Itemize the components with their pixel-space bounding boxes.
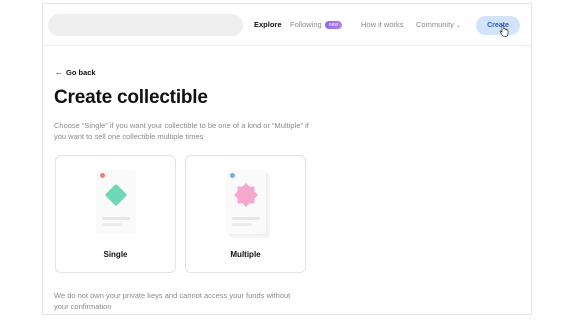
main-nav: Explore Following new How it works Commun… xyxy=(43,4,531,46)
option-single-label: Single xyxy=(103,250,128,259)
multiple-preview-image xyxy=(226,170,266,234)
nav-explore[interactable]: Explore xyxy=(254,20,282,29)
chevron-down-icon: ⌄ xyxy=(455,23,461,29)
placeholder-line xyxy=(232,217,260,220)
nav-community-label: Community xyxy=(416,20,454,29)
page-title: Create collectible xyxy=(54,87,208,108)
nav-following[interactable]: Following new xyxy=(290,20,342,29)
nav-community[interactable]: Community ⌄ xyxy=(416,20,461,29)
option-multiple-label: Multiple xyxy=(230,250,261,259)
hand-cursor-icon xyxy=(499,25,509,37)
page-description: Choose “Single” if you want your collect… xyxy=(54,121,309,141)
new-badge: new xyxy=(324,21,342,29)
single-preview-image xyxy=(96,170,136,234)
go-back-label: Go back xyxy=(66,68,96,77)
top-navbar: Explore Following new How it works Commun… xyxy=(43,4,531,46)
placeholder-line xyxy=(232,223,252,226)
placeholder-line xyxy=(102,223,122,226)
nav-following-label: Following xyxy=(290,20,322,29)
go-back-link[interactable]: ← Go back xyxy=(55,68,96,77)
create-button[interactable]: Create xyxy=(476,16,520,35)
disclaimer-text: We do not own your private keys and cann… xyxy=(54,291,291,311)
status-dot xyxy=(230,173,235,178)
option-multiple-card[interactable]: Multiple xyxy=(185,155,306,273)
arrow-left-icon: ← xyxy=(55,68,63,77)
nav-how-it-works[interactable]: How it works xyxy=(361,20,404,29)
option-single-card[interactable]: Single xyxy=(55,155,176,273)
placeholder-line xyxy=(102,217,130,220)
status-dot xyxy=(100,173,105,178)
app-window: Explore Following new How it works Commun… xyxy=(42,3,532,315)
